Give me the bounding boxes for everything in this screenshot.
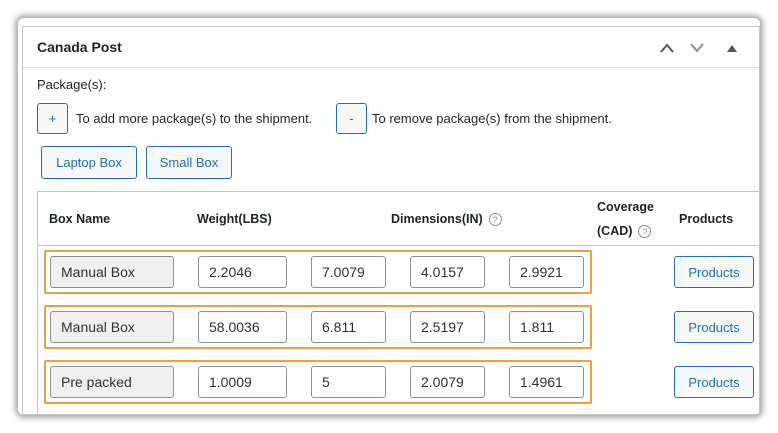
- chevron-up-icon: [660, 43, 674, 53]
- width-input[interactable]: 4.0157: [410, 256, 485, 288]
- header-box-name: Box Name: [49, 212, 111, 226]
- weight-input[interactable]: 58.0036: [198, 311, 287, 343]
- help-icon[interactable]: ?: [488, 213, 502, 227]
- add-package-text: To add more package(s) to the shipment.: [76, 111, 313, 126]
- width-input[interactable]: 2.0079: [410, 366, 485, 398]
- canada-post-panel: Canada Post Package(s): + To add more pa…: [22, 26, 760, 415]
- box-name-field[interactable]: Pre packed: [50, 366, 174, 398]
- window-frame: Canada Post Package(s): + To add more pa…: [18, 18, 760, 415]
- length-input[interactable]: 7.0079: [311, 256, 386, 288]
- chevron-down-icon: [690, 43, 704, 53]
- products-button[interactable]: Products: [674, 366, 754, 398]
- packages-label: Package(s):: [37, 77, 107, 92]
- small-box-button[interactable]: Small Box: [146, 146, 232, 179]
- weight-input[interactable]: 1.0009: [198, 366, 287, 398]
- header-coverage: Coverage: [597, 200, 654, 214]
- products-button[interactable]: Products: [674, 256, 754, 288]
- length-input[interactable]: 5: [311, 366, 386, 398]
- triangle-up-icon: [727, 45, 737, 52]
- remove-package-button[interactable]: -: [336, 103, 367, 134]
- move-down-button[interactable]: [685, 36, 709, 60]
- header-coverage-line1: Coverage: [597, 200, 654, 214]
- packages-table: Box Name Weight(LBS) Dimensions(IN)? Cov…: [37, 191, 759, 414]
- header-dimensions: Dimensions(IN)?: [391, 212, 502, 227]
- header-divider: [38, 245, 759, 246]
- remove-package-text: To remove package(s) from the shipment.: [372, 111, 612, 126]
- panel-header: Canada Post: [23, 27, 759, 68]
- help-icon[interactable]: ?: [638, 225, 652, 239]
- length-input[interactable]: 6.811: [311, 311, 386, 343]
- move-up-button[interactable]: [655, 36, 679, 60]
- header-coverage-unit: (CAD)?: [597, 224, 652, 239]
- box-name-field[interactable]: Manual Box: [50, 311, 174, 343]
- height-input[interactable]: 1.811: [509, 311, 584, 343]
- box-name-field[interactable]: Manual Box: [50, 256, 174, 288]
- products-button[interactable]: Products: [674, 311, 754, 343]
- header-dimensions-label: Dimensions(IN): [391, 212, 483, 226]
- header-weight: Weight(LBS): [197, 212, 272, 226]
- height-input[interactable]: 2.9921: [509, 256, 584, 288]
- width-input[interactable]: 2.5197: [410, 311, 485, 343]
- header-coverage-line2: (CAD): [597, 224, 633, 238]
- header-products: Products: [679, 212, 734, 226]
- toggle-panel-button[interactable]: [720, 36, 744, 60]
- panel-title: Canada Post: [37, 39, 122, 55]
- laptop-box-button[interactable]: Laptop Box: [41, 146, 137, 179]
- weight-input[interactable]: 2.2046: [198, 256, 287, 288]
- add-package-button[interactable]: +: [37, 103, 68, 134]
- height-input[interactable]: 1.4961: [509, 366, 584, 398]
